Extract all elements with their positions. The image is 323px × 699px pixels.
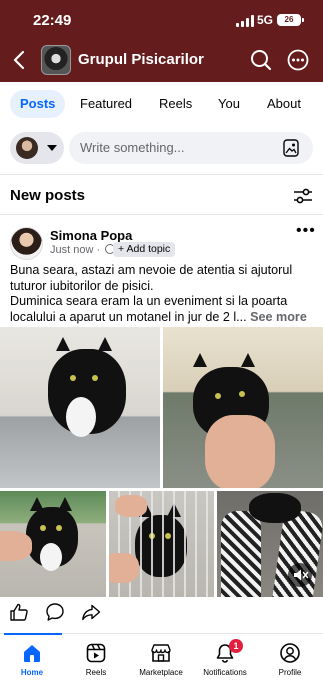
signal-icon <box>236 15 254 27</box>
post-text-truncated: localului a aparut un motanel in jur de … <box>10 309 247 324</box>
nav-home[interactable]: Home <box>0 642 64 692</box>
filter-sliders-icon[interactable] <box>293 187 313 205</box>
post-text-line: Buna seara, astazi am nevoie de atentia … <box>10 263 293 277</box>
active-tab-indicator <box>4 633 62 635</box>
group-header: 22:49 5G 26 Grupul Pisicarilor <box>0 0 323 82</box>
write-something-input[interactable]: Write something... <box>69 132 313 164</box>
nav-notifications[interactable]: 1 Notifications <box>193 639 257 692</box>
home-icon <box>24 645 40 662</box>
group-title[interactable]: Grupul Pisicarilor <box>78 51 204 68</box>
tab-posts[interactable]: Posts <box>10 90 66 118</box>
nav-profile[interactable]: Profile <box>258 642 322 692</box>
group-avatar[interactable] <box>41 45 71 75</box>
post-text-line: localului a aparut un motanel in jur de … <box>10 310 318 326</box>
nav-label: Reels <box>85 668 107 677</box>
post-author[interactable]: Simona Popa <box>50 228 132 243</box>
reels-icon <box>86 643 106 663</box>
back-arrow-icon[interactable] <box>10 49 30 71</box>
caret-down-icon <box>47 145 57 151</box>
divider <box>0 174 323 175</box>
bottom-navigation: Home Reels Marketplace 1 Notifications P… <box>0 633 323 699</box>
profile-icon <box>280 643 300 663</box>
composer-placeholder: Write something... <box>80 140 185 155</box>
battery-icon: 26 <box>277 14 304 26</box>
nav-label: Marketplace <box>139 668 183 677</box>
marketplace-icon <box>151 644 171 662</box>
status-time: 22:49 <box>33 12 72 29</box>
avatar <box>16 137 38 159</box>
post-actions <box>0 602 323 628</box>
nav-label: Notifications <box>203 668 247 677</box>
tab-featured[interactable]: Featured <box>70 90 142 118</box>
post-photo[interactable] <box>109 491 214 597</box>
comment-icon[interactable] <box>45 602 65 622</box>
photo-icon[interactable] <box>283 139 299 157</box>
add-topic-button[interactable]: + Add topic <box>113 242 176 257</box>
post-photo[interactable] <box>163 327 323 488</box>
section-title: New posts <box>10 187 86 204</box>
mute-icon[interactable] <box>288 563 312 587</box>
nav-marketplace[interactable]: Marketplace <box>129 642 193 692</box>
status-bar: 22:49 5G 26 <box>0 0 323 40</box>
post-text-line: tuturor iubitorilor de pisici. <box>10 278 154 293</box>
notification-badge: 1 <box>229 639 243 653</box>
tab-reels[interactable]: Reels <box>149 90 202 118</box>
group-tabs: Posts Featured Reels You About <box>0 87 323 121</box>
post-more-icon[interactable]: ••• <box>296 223 315 239</box>
tab-about[interactable]: About <box>257 90 311 118</box>
nav-label: Profile <box>278 668 302 677</box>
tab-you[interactable]: You <box>208 90 250 118</box>
more-options-icon[interactable] <box>287 49 309 71</box>
post-photo[interactable] <box>0 491 106 597</box>
nav-label: Home <box>20 668 44 677</box>
post-photo[interactable] <box>0 327 160 488</box>
post-text: Buna seara, astazi am nevoie de atentia … <box>10 263 318 325</box>
share-icon[interactable] <box>81 602 101 622</box>
post-time: Just now <box>50 244 94 256</box>
see-more-link[interactable]: See more <box>250 310 307 324</box>
post-text-line: Duminica seara eram la un eveniment si l… <box>10 294 288 308</box>
composer-profile-switcher[interactable] <box>10 132 64 164</box>
search-icon[interactable] <box>250 49 272 71</box>
like-icon[interactable] <box>9 602 29 622</box>
author-avatar[interactable] <box>10 227 43 260</box>
divider <box>0 214 323 215</box>
nav-reels[interactable]: Reels <box>64 642 128 692</box>
network-type: 5G <box>257 13 274 27</box>
